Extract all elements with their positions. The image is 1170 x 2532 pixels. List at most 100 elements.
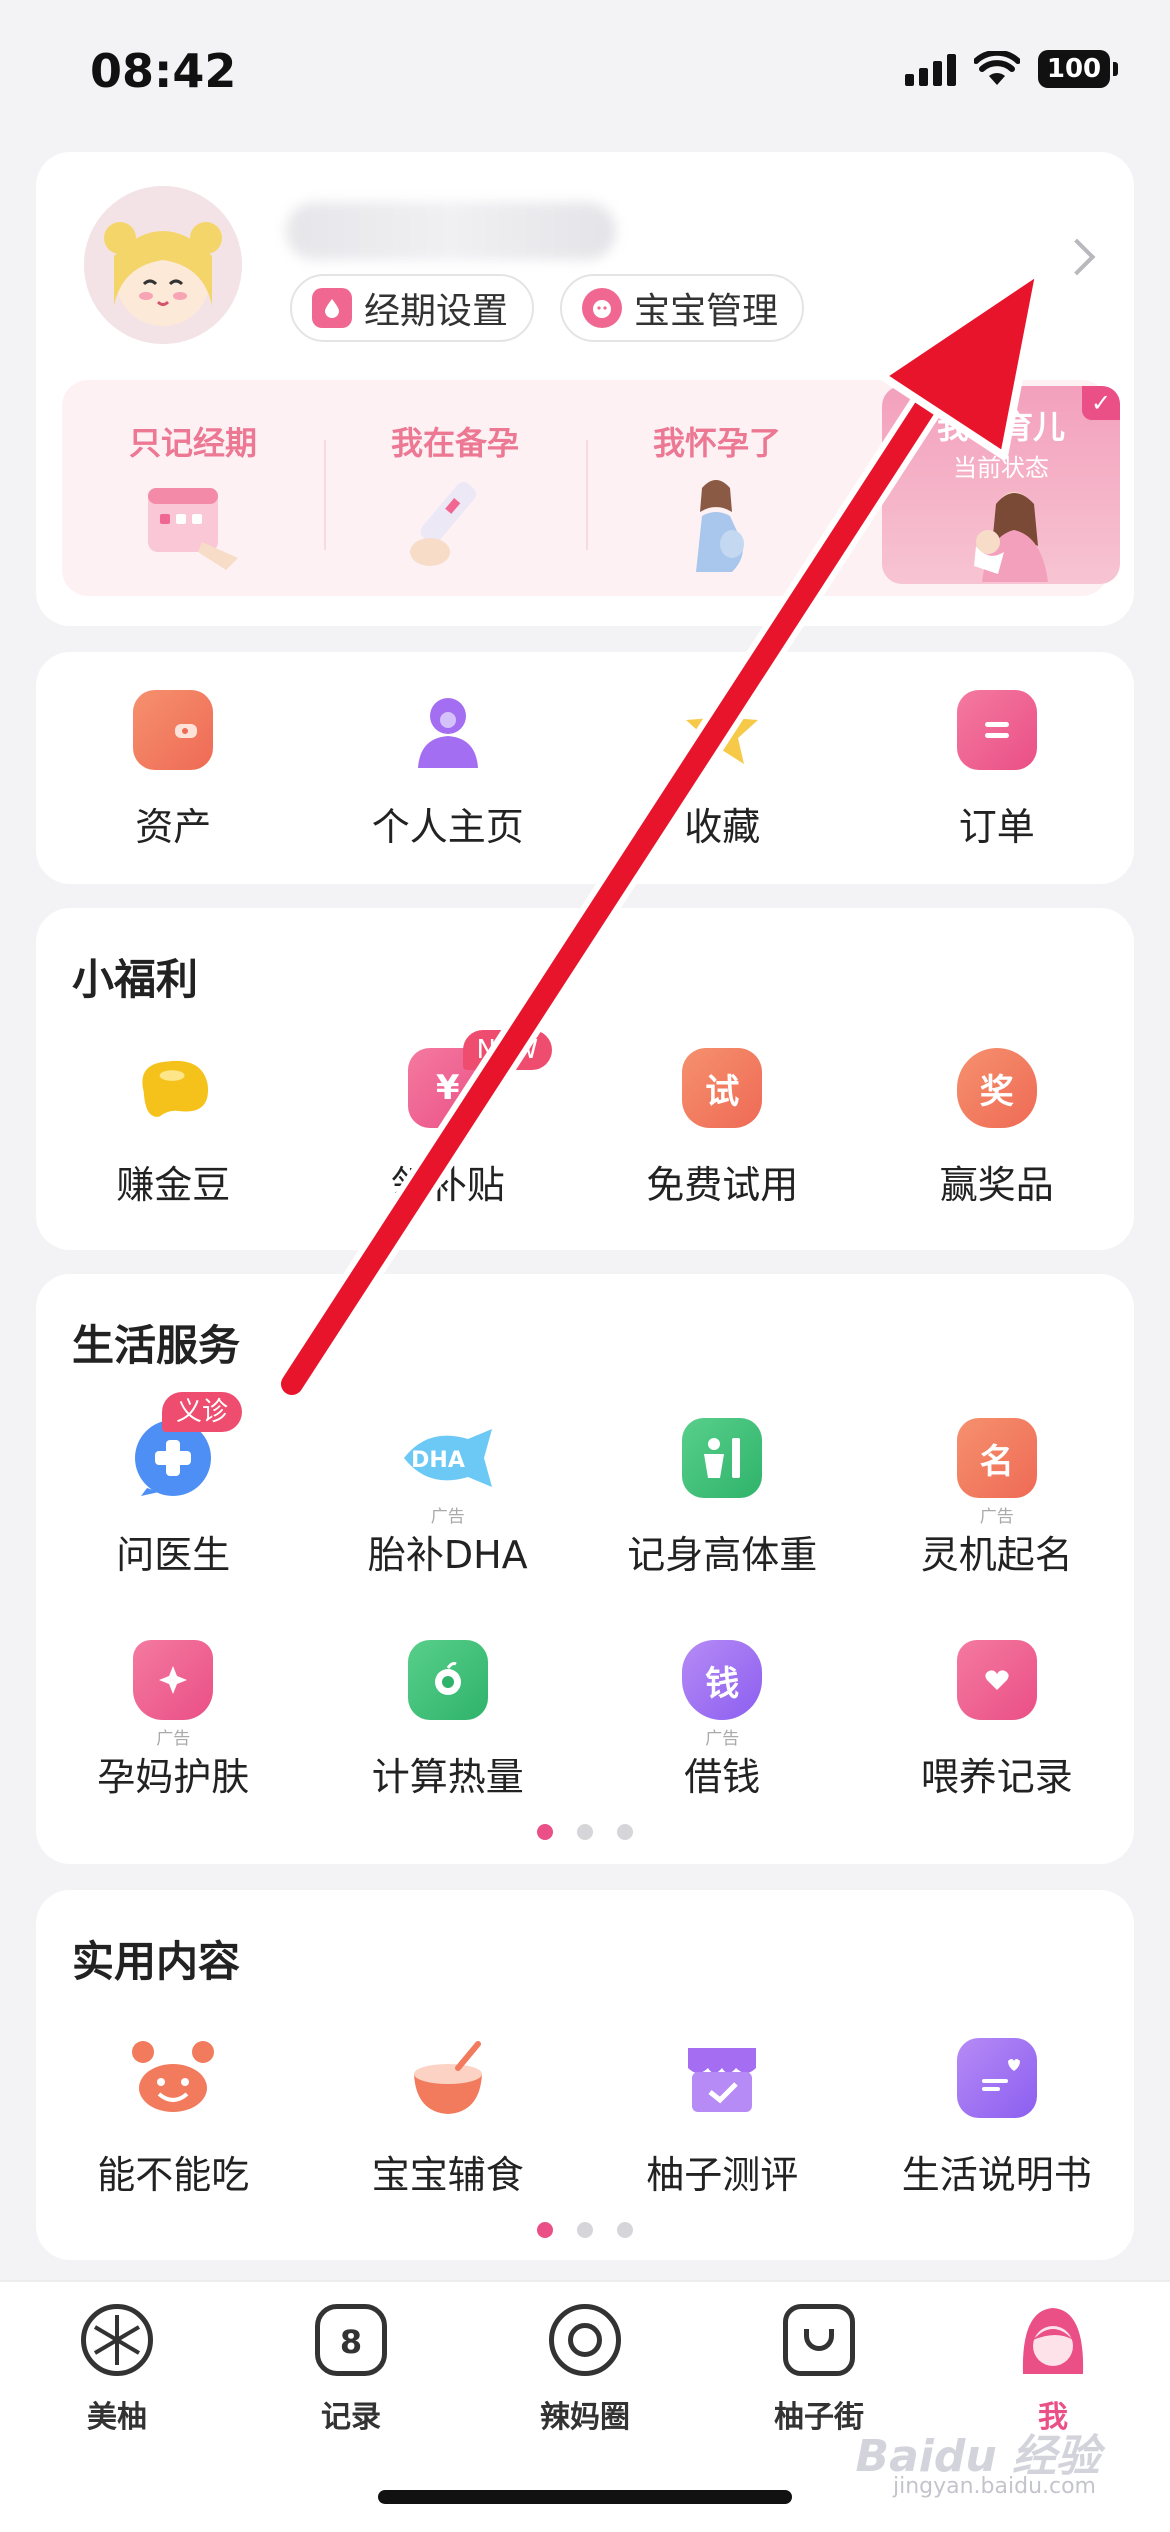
get-subsidy-button[interactable]: ¥ NEW 领补贴 [311, 1030, 586, 1209]
item-label: 计算热量 [371, 1755, 524, 1799]
tab-label: 美柚 [87, 2400, 147, 2435]
icon-glyph: 试 [705, 1071, 740, 1112]
win-prizes-button[interactable]: 奖 赢奖品 [860, 1048, 1135, 1209]
calorie-calculator-button[interactable]: 计算热量 [311, 1640, 586, 1801]
page-indicator[interactable] [36, 2222, 1134, 2238]
home-indicator[interactable] [378, 2490, 792, 2504]
stage-label: 我怀孕了 [652, 424, 781, 462]
chip-label: 宝宝管理 [634, 291, 779, 332]
free-consult-badge: 义诊 [162, 1392, 243, 1432]
item-label: 赢奖品 [939, 1163, 1054, 1207]
store-check-icon [682, 2038, 762, 2118]
current-status-label: 当前状态 [953, 454, 1049, 482]
battery-level: 100 [1046, 54, 1102, 84]
calendar-icon: 8 [315, 2304, 387, 2376]
mother-baby-illustration-icon [974, 492, 1048, 582]
ask-doctor-button[interactable]: 义诊 问医生 [36, 1392, 311, 1579]
orders-button[interactable]: 订单 [860, 690, 1135, 851]
watermark-url: jingyan.baidu.com [892, 2474, 1096, 2499]
section-title: 小福利 [72, 955, 199, 1004]
ad-tag: 广告 [979, 1507, 1014, 1527]
stage-selector: 只记经期 我在备孕 我怀孕了 我在育儿 当前状态 ✓ [62, 380, 1120, 596]
item-label: 喂养记录 [920, 1755, 1073, 1799]
battery-icon: 100 [1038, 50, 1118, 88]
tab-pomelo-street[interactable]: 柚子街 [702, 2304, 936, 2436]
item-label: 宝宝辅食 [371, 2153, 524, 2197]
chevron-right-icon[interactable] [1058, 238, 1096, 276]
status-time: 08:42 [90, 44, 237, 98]
icon-glyph: 8 [339, 2323, 363, 2361]
order-list-icon [956, 690, 1037, 770]
money-bag-icon: 钱 [682, 1640, 763, 1720]
item-label: 领补贴 [390, 1163, 505, 1207]
item-label: 问医生 [116, 1533, 231, 1577]
tab-me[interactable]: 我 [936, 2304, 1170, 2436]
me-avatar-icon [1017, 2304, 1089, 2376]
assets-button[interactable]: 资产 [36, 690, 311, 851]
calendar-illustration-icon [142, 472, 242, 572]
item-label: 借钱 [684, 1755, 761, 1799]
section-title: 生活服务 [72, 1321, 241, 1370]
free-trial-button[interactable]: 试 免费试用 [585, 1048, 860, 1209]
welfare-card: 小福利 赚金豆 ¥ NEW 领补贴 试 免费试用 奖 赢奖品 [36, 908, 1134, 1250]
tab-label: 记录 [321, 2400, 381, 2435]
can-i-eat-button[interactable]: 能不能吃 [36, 2038, 311, 2199]
prize-flame-icon: 奖 [956, 1048, 1037, 1128]
skincare-icon [133, 1640, 214, 1720]
wifi-icon [974, 51, 1020, 85]
icon-glyph: ¥ [435, 1068, 460, 1108]
life-manual-button[interactable]: 生活说明书 [860, 2038, 1135, 2199]
item-label: 订单 [958, 805, 1035, 849]
period-settings-button[interactable]: 经期设置 [290, 274, 535, 342]
stage-parenting-active[interactable]: 我在育儿 当前状态 ✓ [882, 386, 1120, 584]
baby-food-button[interactable]: 宝宝辅食 [311, 2038, 586, 2199]
favorites-button[interactable]: 收藏 [585, 690, 860, 851]
item-label: 资产 [135, 805, 212, 849]
trial-bag-icon: 试 [682, 1048, 763, 1128]
item-label: 柚子测评 [646, 2153, 799, 2197]
page-indicator[interactable] [36, 1824, 1134, 1840]
prenatal-dha-button[interactable]: DHA 广告 胎补DHA [311, 1418, 586, 1579]
tab-label: 辣妈圈 [540, 2400, 630, 2435]
maternity-skincare-button[interactable]: 广告 孕妈护肤 [36, 1640, 311, 1801]
status-icons: 100 [905, 50, 1118, 88]
life-services-card: 生活服务 义诊 问医生 DHA 广告 胎补DHA 记身高体重 名 广告 灵机起名 [36, 1274, 1134, 1864]
height-ruler-icon [682, 1418, 763, 1498]
stage-trying-to-conceive[interactable]: 我在备孕 [324, 380, 586, 596]
tab-hot-moms-circle[interactable]: 辣妈圈 [468, 2304, 702, 2436]
baby-naming-button[interactable]: 名 广告 灵机起名 [860, 1418, 1135, 1579]
check-icon: ✓ [1082, 386, 1120, 420]
username-blurred [286, 202, 616, 260]
personal-homepage-button[interactable]: 个人主页 [311, 690, 586, 851]
useful-content-card: 实用内容 能不能吃 宝宝辅食 柚子测评 生活说明书 [36, 1890, 1134, 2260]
earn-gold-beans-button[interactable]: 赚金豆 [36, 1048, 311, 1209]
item-label: 孕妈护肤 [97, 1755, 250, 1799]
icon-glyph: 名 [979, 1441, 1014, 1482]
signal-icon [905, 52, 956, 86]
feeding-record-button[interactable]: 喂养记录 [860, 1640, 1135, 1801]
baby-icon [582, 288, 622, 328]
lollipop-icon [549, 2304, 621, 2376]
pregnant-woman-illustration-icon [666, 472, 766, 572]
chip-label: 经期设置 [364, 291, 509, 332]
name-icon: 名 [956, 1418, 1037, 1498]
bean-icon [133, 1048, 213, 1128]
tab-record[interactable]: 8 记录 [234, 2304, 468, 2436]
avatar[interactable] [84, 186, 242, 344]
star-icon [682, 690, 762, 770]
stage-pregnant[interactable]: 我怀孕了 [586, 380, 848, 596]
lemon-icon [81, 2304, 153, 2376]
tab-label: 柚子街 [774, 2400, 864, 2435]
baby-management-button[interactable]: 宝宝管理 [560, 274, 805, 342]
borrow-money-button[interactable]: 钱 广告 借钱 [585, 1640, 860, 1801]
record-height-weight-button[interactable]: 记身高体重 [585, 1418, 860, 1579]
profile-card[interactable]: 经期设置 宝宝管理 只记经期 我在备孕 我怀孕了 我在育儿 当前状态 ✓ [36, 152, 1134, 626]
pomelo-review-button[interactable]: 柚子测评 [585, 2038, 860, 2199]
shopping-bag-icon [783, 2304, 855, 2376]
tab-meiyou[interactable]: 美柚 [0, 2304, 234, 2436]
stage-period-only[interactable]: 只记经期 [62, 380, 324, 596]
item-label: 收藏 [684, 805, 761, 849]
icon-glyph: 奖 [979, 1071, 1014, 1112]
icon-glyph: 钱 [705, 1663, 740, 1704]
item-label: 赚金豆 [116, 1163, 231, 1207]
